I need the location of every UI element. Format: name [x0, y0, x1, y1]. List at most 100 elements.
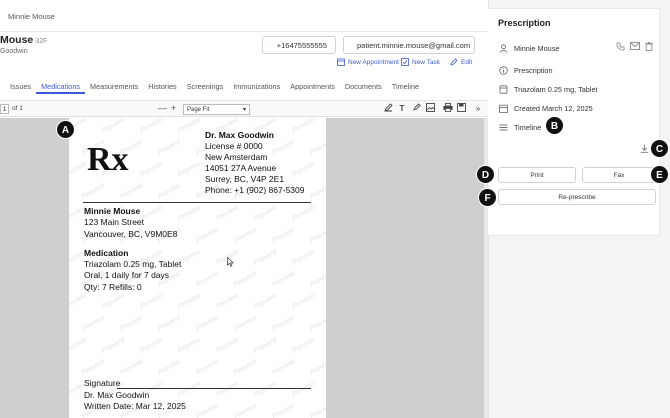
watermark: Preview [232, 226, 258, 245]
pill-icon [499, 84, 508, 94]
tab-histories[interactable]: Histories [143, 80, 181, 94]
panel-type: Prescription [514, 65, 553, 75]
patient-age: 32F [35, 38, 48, 45]
user-icon [499, 43, 508, 53]
download-icon[interactable] [640, 144, 649, 153]
print-button[interactable]: Print [498, 167, 576, 183]
panel-actions [616, 42, 653, 51]
watermark: Preview [270, 358, 296, 377]
watermark: Preview [194, 358, 220, 377]
patient-doctor: Goodwin [0, 48, 28, 55]
panel-patient: Minnie Mouse [514, 43, 560, 53]
badge-b: B [545, 116, 564, 135]
more-tools-icon[interactable]: » [473, 103, 483, 115]
email-address: patient.minnie.mouse@gmail.com [357, 40, 471, 50]
tab-documents[interactable]: Documents [340, 80, 387, 94]
pdf-toolbar: 1 of 1 — + Page Fit ▾ T » [0, 100, 488, 117]
watermark: Preview [214, 336, 240, 355]
doc-patient-address1: 123 Main Street [84, 217, 145, 228]
watermark: Preview [138, 336, 164, 355]
prescriber-clinic: New Amsterdam [205, 152, 268, 162]
print-icon[interactable] [443, 103, 453, 115]
edit-link[interactable]: Edit [450, 58, 472, 66]
breadcrumb[interactable]: Minnie Mouse [8, 12, 55, 21]
tab-issues[interactable]: Issues [0, 80, 36, 94]
tab-bar: Issues Medications Measurements Histories Sc… [0, 80, 488, 96]
tab-medications[interactable]: Medications [36, 80, 86, 94]
watermark: Preview [80, 314, 106, 333]
mail-icon[interactable] [630, 42, 640, 50]
zoom-select[interactable]: Page Fit ▾ [183, 104, 250, 115]
panel-timeline-row[interactable]: Timeline [499, 121, 541, 133]
pdf-viewer[interactable]: Preview Preview Preview Preview Preview Previ… [0, 118, 488, 418]
email-button[interactable]: patient.minnie.mouse@gmail.com [343, 36, 475, 54]
trash-icon[interactable] [645, 42, 653, 51]
prescriber-license: License # 0000 [205, 141, 263, 151]
signature-block: Signature Dr. Max Goodwin Written Date: … [84, 378, 186, 413]
tab-appointments[interactable]: Appointments [285, 80, 340, 94]
panel-timeline: Timeline [514, 122, 542, 132]
panel-patient-row: Minnie Mouse [499, 42, 559, 54]
watermark: Preview [290, 380, 316, 399]
watermark: Preview [290, 248, 316, 267]
tab-measurements[interactable]: Measurements [85, 80, 143, 94]
draw-icon[interactable] [383, 103, 393, 115]
watermark: Preview [308, 138, 326, 157]
panel-medication: Triazolam 0.25 mg, Tablet [514, 84, 598, 94]
info-icon [499, 65, 508, 75]
medication-sig: Oral, 1 daily for 7 days [84, 270, 170, 281]
watermark: Preview [252, 292, 278, 311]
watermark: Preview [214, 292, 240, 311]
new-appointment-link[interactable]: New Appointment [337, 58, 399, 66]
watermark: Preview [308, 270, 326, 289]
fax-button[interactable]: Fax [582, 167, 656, 183]
badge-f: F [478, 188, 497, 207]
watermark: Preview [308, 402, 326, 418]
watermark: Preview [270, 226, 296, 245]
watermark: Preview [308, 182, 326, 201]
text-tool-icon[interactable]: T [397, 103, 407, 115]
phone-icon[interactable] [616, 42, 625, 51]
page-number-input[interactable]: 1 [0, 104, 9, 114]
phone-button[interactable]: +16475555555 [262, 36, 336, 54]
doc-patient-address2: Vancouver, BC, V9M0E8 [84, 228, 178, 239]
save-icon[interactable] [457, 103, 467, 115]
watermark: Preview [270, 402, 296, 418]
zoom-in-button[interactable]: + [171, 103, 176, 113]
watermark: Preview [252, 336, 278, 355]
tab-timeline[interactable]: Timeline [387, 80, 424, 94]
signature-name: Dr. Max Goodwin [84, 389, 150, 400]
calendar-icon [337, 58, 345, 66]
watermark: Preview [100, 118, 126, 135]
divider [83, 202, 311, 203]
watermark: Preview [156, 314, 182, 333]
watermark: Preview [80, 182, 106, 201]
new-task-label: New Task [412, 58, 441, 66]
list-icon [499, 124, 508, 130]
panel-created: Created March 12, 2025 [514, 103, 593, 113]
highlight-icon[interactable] [411, 103, 421, 115]
represcribe-button[interactable]: Re-prescribe [498, 189, 656, 205]
patient-block: Minnie Mouse 123 Main Street Vancouver, … [84, 206, 181, 293]
patient-name: Mouse 32F [0, 34, 47, 46]
tab-immunizations[interactable]: Immunizations [228, 80, 285, 94]
zoom-out-button[interactable]: — [158, 103, 167, 113]
doc-patient-name: Minnie Mouse [84, 206, 141, 216]
watermark: Preview [69, 160, 88, 179]
badge-d: D [476, 165, 495, 184]
watermark: Preview [290, 204, 316, 223]
watermark: Preview [252, 248, 278, 267]
panel-title: Prescription [498, 18, 551, 28]
rx-symbol: Rx [87, 141, 129, 178]
medication-name: Triazolam 0.25 mg, Tablet [84, 259, 182, 270]
patient-last-name: Mouse [0, 34, 34, 46]
watermark: Preview [308, 314, 326, 333]
new-task-link[interactable]: New Task [401, 58, 440, 66]
watermark: Preview [270, 270, 296, 289]
watermark: Preview [100, 336, 126, 355]
badge-c: C [650, 139, 669, 158]
tab-screenings[interactable]: Screenings [182, 80, 229, 94]
image-tool-icon[interactable] [425, 103, 435, 115]
watermark: Preview [69, 336, 88, 355]
